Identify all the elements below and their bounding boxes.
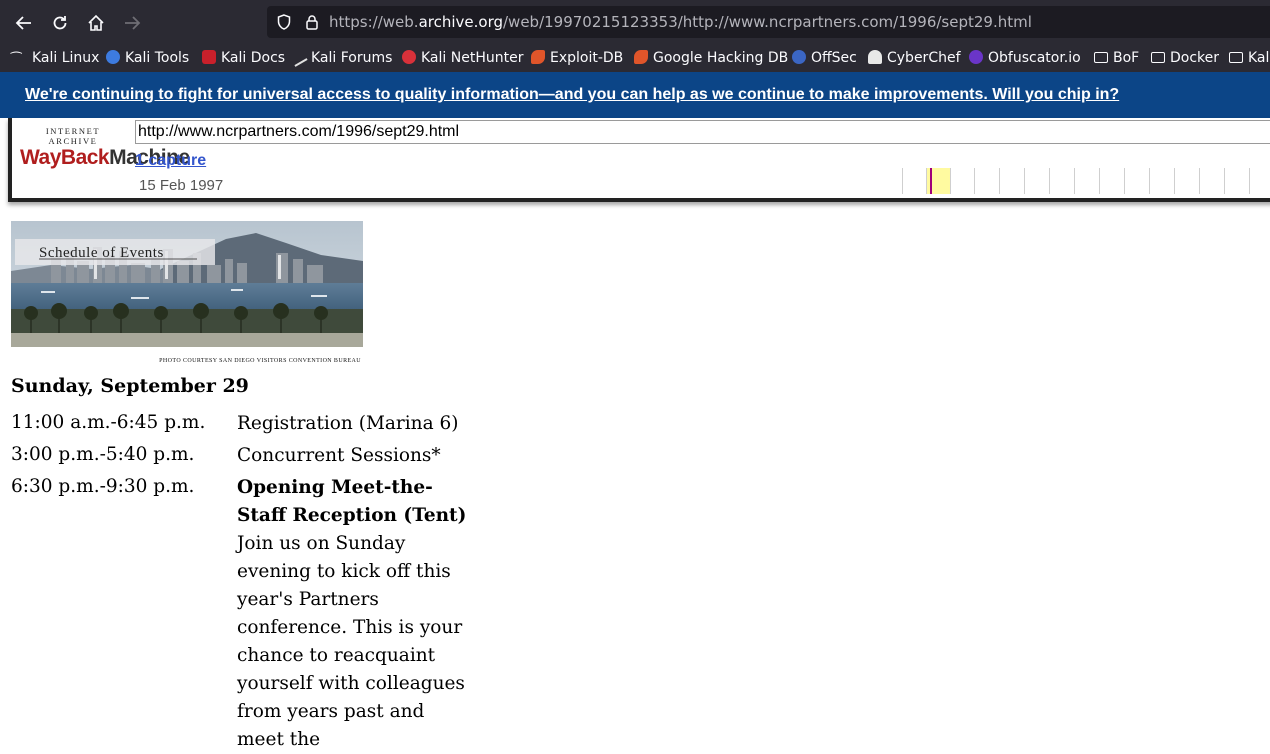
bookmark-kali-nethunter[interactable]: Kali NetHunter xyxy=(402,44,523,72)
bookmark-label: Docker xyxy=(1170,50,1220,66)
donation-banner: We're continuing to fight for universal … xyxy=(0,72,1270,118)
browser-toolbar: https://web.archive.org/web/199702151233… xyxy=(0,0,1270,44)
donation-link[interactable]: We're continuing to fight for universal … xyxy=(25,86,1119,104)
day-heading: Sunday, September 29 xyxy=(11,375,249,397)
sparkline-tick xyxy=(1224,168,1225,194)
bookmark-label: Kali Forums xyxy=(311,50,393,66)
back-arrow-icon xyxy=(15,16,31,30)
bookmark-kali-linux[interactable]: ⁀ Kali Linux xyxy=(11,44,99,72)
bookmark-cyberchef[interactable]: CyberChef xyxy=(868,44,961,72)
event-description: Registration (Marina 6) xyxy=(237,413,459,434)
bookmark-folder-kali[interactable]: Kal xyxy=(1229,44,1269,72)
reload-button[interactable] xyxy=(47,10,73,36)
folder-icon xyxy=(1229,52,1243,63)
shield-icon[interactable] xyxy=(277,14,291,30)
event-description: Join us on Sunday evening to kick off th… xyxy=(237,533,465,750)
bookmark-label: Exploit-DB xyxy=(550,50,624,66)
bookmark-kali-tools[interactable]: Kali Tools xyxy=(106,44,189,72)
offsec-icon xyxy=(792,50,806,64)
hero-title: Schedule of Events xyxy=(39,245,164,261)
sparkline-tick xyxy=(974,168,975,194)
schedule-hero-image: Schedule of Events xyxy=(11,221,363,347)
bookmark-label: Kali Linux xyxy=(32,50,100,66)
home-icon xyxy=(88,14,104,31)
exploit-db-icon xyxy=(531,50,545,64)
bookmark-folder-docker[interactable]: Docker xyxy=(1151,44,1219,72)
kali-dragon-icon: ⁀ xyxy=(11,53,22,68)
event-block: Opening Meet-the-Staff Reception (Tent) … xyxy=(237,474,477,754)
bookmark-label: Google Hacking DB xyxy=(653,50,789,66)
wayback-logo-word: WayBack xyxy=(20,146,110,169)
bookmark-exploit-db[interactable]: Exploit-DB xyxy=(531,44,623,72)
kali-tools-icon xyxy=(106,50,120,64)
bookmark-label: Obfuscator.io xyxy=(988,50,1081,66)
capture-date: 15 Feb 1997 xyxy=(139,177,224,194)
sparkline-tick xyxy=(1149,168,1150,194)
bookmark-label: CyberChef xyxy=(887,50,961,66)
kali-forums-icon xyxy=(290,51,308,67)
sparkline-tick xyxy=(926,168,927,194)
sparkline-capture-mark xyxy=(930,168,932,194)
sparkline-tick xyxy=(902,168,903,194)
url-path: /web/19970215123353/http://www.ncrpartne… xyxy=(503,13,1032,31)
bookmark-label: Kali Tools xyxy=(125,50,190,66)
sparkline-tick xyxy=(1049,168,1050,194)
sparkline-tick xyxy=(1199,168,1200,194)
sparkline-tick xyxy=(1174,168,1175,194)
bookmarks-bar: ⁀ Kali Linux Kali Tools Kali Docs Kali Fo… xyxy=(0,44,1270,72)
event-description: Concurrent Sessions* xyxy=(237,445,441,466)
sparkline-tick xyxy=(1124,168,1125,194)
event-time: 6:30 p.m.-9:30 p.m. xyxy=(11,476,195,497)
forward-arrow-icon xyxy=(125,16,141,30)
bookmark-google-hacking-db[interactable]: Google Hacking DB xyxy=(634,44,788,72)
bookmark-offsec[interactable]: OffSec xyxy=(792,44,857,72)
event-time: 3:00 p.m.-5:40 p.m. xyxy=(11,444,195,465)
bookmark-label: OffSec xyxy=(811,50,857,66)
bookmark-label: BoF xyxy=(1113,50,1140,66)
bookmark-label: Kali Docs xyxy=(221,50,286,66)
lock-icon[interactable] xyxy=(305,14,319,30)
sparkline-tick xyxy=(1099,168,1100,194)
event-title: Opening Meet-the-Staff Reception (Tent) xyxy=(237,477,467,526)
forward-button[interactable] xyxy=(119,10,145,36)
cyberchef-icon xyxy=(868,50,882,64)
url-prefix: https://web. xyxy=(329,13,419,31)
address-bar[interactable]: https://web.archive.org/web/199702151233… xyxy=(267,6,1270,38)
bookmark-label: Kali NetHunter xyxy=(421,50,524,66)
wayback-logo[interactable]: INTERNET ARCHIVE WayBackMachine xyxy=(20,126,190,169)
sparkline-tick xyxy=(950,168,951,194)
bookmark-kali-docs[interactable]: Kali Docs xyxy=(202,44,285,72)
sparkline-tick xyxy=(1024,168,1025,194)
wayback-logo-top: INTERNET ARCHIVE xyxy=(45,126,101,146)
home-button[interactable] xyxy=(83,10,109,36)
nethunter-icon xyxy=(402,50,416,64)
wayback-url-input[interactable]: http://www.ncrpartners.com/1996/sept29.h… xyxy=(135,120,1270,144)
event-time: 11:00 a.m.-6:45 p.m. xyxy=(11,412,206,433)
js-icon xyxy=(969,50,983,64)
url-text[interactable]: https://web.archive.org/web/199702151233… xyxy=(329,6,1032,38)
photo-credit: PHOTO COURTESY SAN DIEGO VISITORS CONVEN… xyxy=(159,358,361,364)
bookmark-obfuscator[interactable]: Obfuscator.io xyxy=(969,44,1081,72)
capture-sparkline[interactable] xyxy=(902,168,1270,194)
wayback-toolbar: INTERNET ARCHIVE WayBackMachine http://w… xyxy=(8,118,1270,202)
bookmark-label: Kal xyxy=(1248,50,1270,66)
reload-icon xyxy=(53,16,67,30)
bookmark-folder-bof[interactable]: BoF xyxy=(1094,44,1139,72)
folder-icon xyxy=(1094,52,1108,63)
sparkline-tick xyxy=(999,168,1000,194)
sparkline-tick xyxy=(1074,168,1075,194)
ghdb-icon xyxy=(634,50,648,64)
bookmark-kali-forums[interactable]: Kali Forums xyxy=(290,44,393,72)
folder-icon xyxy=(1151,52,1165,63)
san-diego-skyline-photo: Schedule of Events xyxy=(11,221,363,347)
kali-docs-icon xyxy=(202,50,216,64)
url-host: archive.org xyxy=(418,13,503,31)
back-button[interactable] xyxy=(11,10,37,36)
captures-link[interactable]: 1 capture xyxy=(135,152,206,170)
sparkline-tick xyxy=(1249,168,1250,194)
